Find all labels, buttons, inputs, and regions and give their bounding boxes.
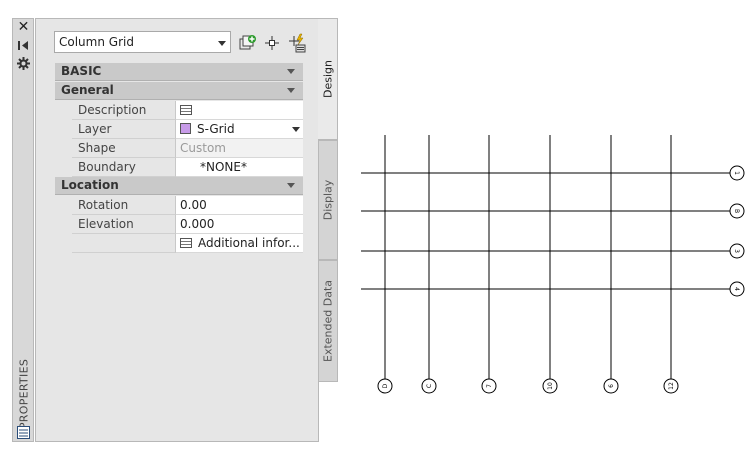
property-label: Layer [72,120,176,139]
property-value[interactable]: *NONE* [176,158,303,177]
palette-settings-icon[interactable] [16,425,31,440]
grid-bubble-label: 10 [547,382,554,390]
category-general[interactable]: General [55,82,303,100]
collapse-icon[interactable] [287,88,295,93]
property-row-shape: Shape Custom [72,139,303,158]
property-value[interactable]: 0.000 [176,215,303,234]
property-label: Boundary [72,158,176,177]
tab-design[interactable]: Design [318,18,338,140]
tab-display[interactable]: Display [318,140,338,260]
palette-title-bar: ✕ PROPERTIES [12,18,34,442]
auto-hide-icon[interactable] [16,38,31,53]
tab-extended-data[interactable]: Extended Data [318,260,338,382]
grid-bubble-label: 12 [668,382,675,390]
property-row-layer[interactable]: Layer S-Grid [72,120,303,139]
layer-color-swatch [180,123,191,134]
property-value[interactable]: 0.00 [176,196,303,215]
grid-bubble-label: 7 [486,384,493,388]
collapse-icon[interactable] [287,69,295,74]
property-row-boundary[interactable]: Boundary *NONE* [72,158,303,177]
grid-bubble-label: D [382,383,389,388]
category-location[interactable]: Location [55,177,303,195]
property-label: Description [72,101,176,120]
properties-menu-icon[interactable] [16,56,31,71]
close-icon[interactable]: ✕ [16,20,31,35]
column-grid-drawing[interactable]: 1 B 3 4 D C 7 10 6 12 [350,125,749,405]
property-label: Rotation [72,196,176,215]
property-row-description[interactable]: Description [72,101,303,120]
property-label [72,234,176,253]
property-label: Shape [72,139,176,158]
category-location-label: Location [61,178,119,192]
grid-bubble-label: 1 [733,171,740,175]
layer-select[interactable]: S-Grid [176,120,303,139]
object-type-value: Column Grid [59,35,134,49]
grid-bubble-label: 3 [733,249,740,253]
chevron-down-icon[interactable] [218,41,226,46]
property-row-elevation[interactable]: Elevation 0.000 [72,215,303,234]
grid-bubble-label: C [426,384,433,388]
collapse-icon[interactable] [287,183,295,188]
object-type-select[interactable]: Column Grid [54,31,231,53]
chevron-down-icon[interactable] [292,127,300,132]
grid-bubble-label: 6 [608,384,615,388]
layer-value: S-Grid [197,122,235,136]
grid-bubble-label: B [733,209,740,213]
property-row-additional[interactable]: Additional infor... [72,234,303,253]
additional-info-button[interactable]: Additional infor... [176,234,303,253]
property-value: Custom [176,139,303,158]
pickadd-icon[interactable] [262,33,282,53]
property-value[interactable] [176,101,303,120]
grid-bubble-label: 4 [733,287,740,291]
property-label: Elevation [72,215,176,234]
table-icon [180,238,192,248]
category-general-label: General [61,83,114,97]
description-editor-icon[interactable] [180,105,192,115]
category-basic-label: BASIC [61,64,102,78]
add-selection-icon[interactable] [238,33,258,53]
property-row-rotation[interactable]: Rotation 0.00 [72,196,303,215]
additional-info-label: Additional infor... [198,236,300,250]
category-basic[interactable]: BASIC [55,63,303,81]
quick-select-icon[interactable] [287,33,307,53]
